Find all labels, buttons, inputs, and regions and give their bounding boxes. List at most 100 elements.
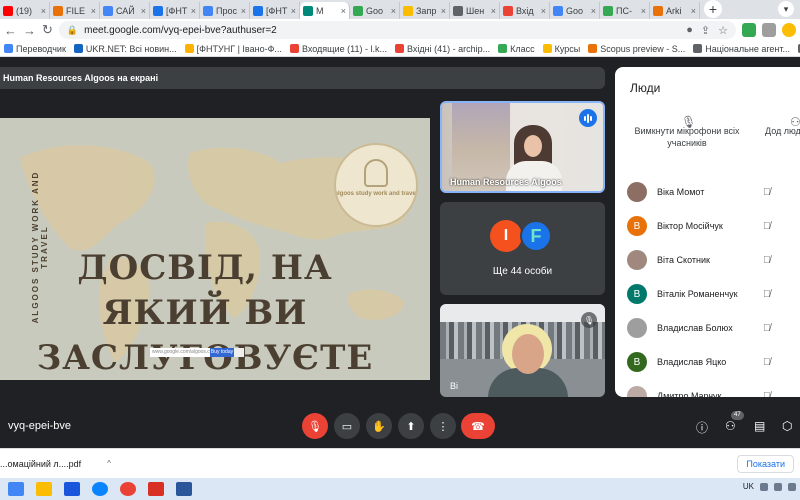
tab-close-icon[interactable]: × (491, 6, 496, 16)
browser-tab[interactable]: САЙ × (100, 2, 150, 19)
tab-close-icon[interactable]: × (691, 6, 696, 16)
browser-tab[interactable]: Goo × (350, 2, 400, 19)
browser-tab[interactable]: ПС- × (600, 2, 650, 19)
browser-tab[interactable]: Прос × (200, 2, 250, 19)
tab-search-icon[interactable]: ▾ (778, 1, 794, 17)
reload-icon[interactable]: ↻ (42, 22, 53, 38)
downloads-bar: ...омаційний л....pdf ^ Показати (0, 448, 800, 478)
mic-off-icon[interactable]: 🎙̸ (763, 357, 771, 368)
tab-label: [ФНТ (166, 5, 188, 16)
leave-call-button[interactable]: ☎ (461, 413, 495, 439)
chevron-up-icon[interactable]: ^ (107, 459, 111, 468)
bookmark-item[interactable]: Вхідні (41) - archip... (394, 44, 490, 54)
acrobat-icon[interactable] (148, 482, 164, 496)
forward-icon[interactable]: → (23, 23, 36, 38)
tab-favicon-icon (153, 5, 163, 16)
word-icon[interactable] (64, 482, 80, 496)
show-all-downloads-button[interactable]: Показати (737, 455, 794, 473)
language-indicator[interactable]: UK (743, 482, 754, 491)
chat-icon[interactable]: ▤ (754, 419, 765, 433)
tab-close-icon[interactable]: × (391, 6, 396, 16)
phone-hangup-icon: ☎ (471, 420, 485, 433)
app-icon[interactable] (176, 482, 192, 496)
participant-row[interactable]: Дмитро Марчук 🎙̸ (615, 379, 800, 397)
browser-tab[interactable]: M × (300, 2, 350, 19)
bookmark-item[interactable]: Переводчик (4, 44, 66, 54)
browser-tab[interactable]: [ФНТ × (250, 2, 300, 19)
add-people-button[interactable]: Дод люд (765, 125, 800, 137)
bookmark-star-icon[interactable]: ☆ (718, 24, 728, 37)
tab-close-icon[interactable]: × (441, 6, 446, 16)
raise-hand-button[interactable]: ✋ (366, 413, 392, 439)
volume-icon[interactable] (774, 482, 782, 491)
camera-toggle-button[interactable]: ▭ (334, 413, 360, 439)
file-explorer-icon[interactable] (36, 482, 52, 496)
participant-row[interactable]: В Віталік Романенчук 🎙̸ (615, 277, 800, 311)
back-icon[interactable]: ← (4, 23, 17, 38)
tab-close-icon[interactable]: × (541, 6, 546, 16)
bookmark-item[interactable]: UKR.NET: Всі новин... (73, 43, 177, 54)
new-tab-button[interactable]: + (704, 0, 722, 18)
puzzle-icon[interactable] (762, 23, 776, 37)
extension-icon[interactable] (742, 23, 756, 37)
participant-row[interactable]: В Віктор Мосійчук 🎙̸ (615, 209, 800, 243)
participant-row[interactable]: Віта Скотник 🎙̸ (615, 243, 800, 277)
edge-icon[interactable] (92, 482, 108, 496)
participant-row[interactable]: В Владислав Яцко 🎙̸ (615, 345, 800, 379)
browser-tab[interactable]: Запр × (400, 2, 450, 19)
network-icon[interactable] (760, 482, 768, 491)
browser-tab[interactable]: Вхід × (500, 2, 550, 19)
mute-all-button[interactable]: Вимкнути мікрофони всіх учасників (622, 125, 752, 149)
speaker-tile[interactable]: Human Resources Algoos (440, 101, 605, 193)
tab-close-icon[interactable]: × (191, 6, 196, 16)
meet-controls: vyq-epei-bve 🎙 ▭ ✋ ⬆ ⋮ ☎ ⓘ ⚇ 47 ▤ ⬡ (0, 405, 800, 448)
tab-close-icon[interactable]: × (91, 6, 96, 16)
chrome-icon[interactable] (120, 482, 136, 496)
start-icon[interactable] (8, 482, 24, 496)
present-screen-button[interactable]: ⬆ (398, 413, 424, 439)
microphone-toggle-button[interactable]: 🎙 (302, 413, 328, 439)
tab-close-icon[interactable]: × (141, 6, 146, 16)
download-item[interactable]: ...омаційний л....pdf ^ (0, 459, 111, 469)
bookmark-item[interactable]: Національне агент... (693, 44, 790, 54)
mic-off-icon[interactable]: 🎙̸ (763, 289, 771, 300)
share-icon[interactable]: ⇪ (701, 24, 710, 37)
bookmark-item[interactable]: [ФНТУНГ | Івано-Ф... (184, 44, 282, 54)
browser-tab[interactable]: [ФНТ × (150, 2, 200, 19)
camera-icon[interactable]: ● (686, 24, 693, 37)
mic-off-icon[interactable]: 🎙̸ (763, 255, 771, 266)
lock-icon[interactable]: 🔒 (67, 25, 78, 36)
more-participants-tile[interactable]: І F Ще 44 особи (440, 202, 605, 295)
browser-tab[interactable]: Goo × (550, 2, 600, 19)
bookmark-label: UKR.NET: Всі новин... (85, 43, 177, 54)
tab-close-icon[interactable]: × (641, 6, 646, 16)
mic-off-icon[interactable]: 🎙̸ (763, 391, 771, 398)
bookmark-item[interactable]: Курсы (542, 44, 580, 54)
participant-row[interactable]: Віка Момот 🎙̸ (615, 175, 800, 209)
tab-close-icon[interactable]: × (291, 6, 296, 16)
participant-row[interactable]: Владислав Болюх 🎙̸ (615, 311, 800, 345)
info-icon[interactable]: ⓘ (696, 419, 708, 436)
address-bar[interactable]: 🔒 meet.google.com/vyq-epei-bve?authuser=… (58, 21, 736, 39)
browser-tab[interactable]: Шен × (450, 2, 500, 19)
browser-tab[interactable]: Arki × (650, 2, 700, 19)
bookmark-item[interactable]: Scopus preview - S... (588, 44, 685, 54)
tab-close-icon[interactable]: × (241, 6, 246, 16)
tab-favicon-icon (453, 5, 463, 16)
tab-close-icon[interactable]: × (41, 6, 46, 16)
more-options-button[interactable]: ⋮ (430, 413, 456, 439)
tab-close-icon[interactable]: × (591, 6, 596, 16)
browser-tab[interactable]: (19) × (0, 2, 50, 19)
people-icon[interactable]: ⚇ (725, 419, 736, 433)
tab-close-icon[interactable]: × (341, 6, 346, 16)
profile-avatar[interactable] (782, 23, 796, 37)
browser-tab[interactable]: FILE × (50, 2, 100, 19)
mic-off-icon[interactable]: 🎙̸ (763, 187, 771, 198)
activities-icon[interactable]: ⬡ (782, 419, 792, 433)
bookmark-item[interactable]: Входящие (11) - l.k... (289, 44, 387, 54)
participant-tile[interactable]: 🎙 Ві (440, 304, 605, 397)
battery-icon[interactable] (788, 482, 796, 491)
mic-off-icon[interactable]: 🎙̸ (763, 323, 771, 334)
bookmark-item[interactable]: Класс (498, 44, 535, 54)
mic-off-icon[interactable]: 🎙̸ (763, 221, 771, 232)
